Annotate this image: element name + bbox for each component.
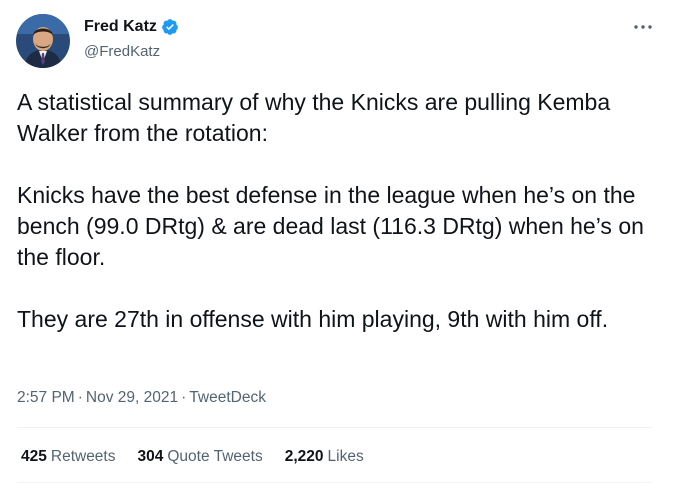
retweets-stat[interactable]: 425 Retweets <box>21 448 116 466</box>
likes-stat[interactable]: 2,220 Likes <box>285 448 364 466</box>
avatar[interactable] <box>16 14 70 68</box>
author-display-name[interactable]: Fred Katz <box>84 18 157 36</box>
quote-tweets-count: 304 <box>137 448 164 465</box>
tweet-timestamp: 2:57 PM · Nov 29, 2021 · TweetDeck <box>17 389 266 407</box>
author-name-row[interactable]: Fred Katz <box>84 18 179 36</box>
divider <box>17 427 652 428</box>
author-handle[interactable]: @FredKatz <box>84 43 160 60</box>
tweet-card: Fred Katz @FredKatz A statistical summar… <box>0 0 684 483</box>
engagement-stats: 425 Retweets 304 Quote Tweets 2,220 Likes <box>21 448 364 466</box>
tweet-paragraph: They are 27th in offense with him playin… <box>17 306 609 332</box>
quote-tweets-label: Quote Tweets <box>167 448 263 465</box>
quote-tweets-stat[interactable]: 304 Quote Tweets <box>138 448 263 466</box>
separator: · <box>77 389 83 406</box>
likes-count: 2,220 <box>284 448 324 465</box>
tweet-paragraph: Knicks have the best defense in the leag… <box>17 182 644 270</box>
tweet-paragraph: A statistical summary of why the Knicks … <box>17 89 611 146</box>
more-options-icon[interactable] <box>630 14 656 40</box>
retweets-count: 425 <box>21 448 47 465</box>
tweet-time[interactable]: 2:57 PM <box>17 389 75 406</box>
tweet-date[interactable]: Nov 29, 2021 <box>86 389 178 406</box>
verified-badge-icon <box>161 18 179 36</box>
tweet-text: A statistical summary of why the Knicks … <box>17 87 667 335</box>
likes-label: Likes <box>327 448 364 465</box>
tweet-source[interactable]: TweetDeck <box>189 389 266 406</box>
separator: · <box>181 389 187 406</box>
retweets-label: Retweets <box>50 448 116 465</box>
avatar-image <box>16 14 70 68</box>
